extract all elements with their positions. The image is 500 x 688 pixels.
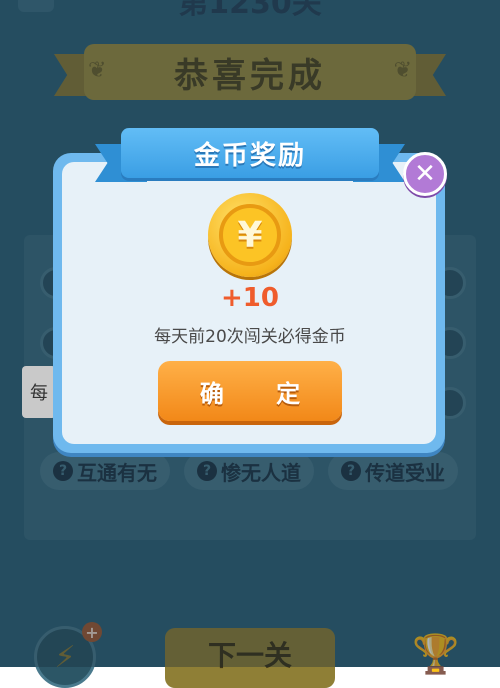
reward-note: 每天前20次闯关必得金币 (154, 327, 346, 347)
dialog-title-ribbon: 金币奖励 (95, 122, 405, 190)
reward-amount: +10 (221, 283, 279, 313)
coin-symbol: ¥ (219, 204, 281, 266)
side-tag: 每 (22, 366, 56, 418)
close-icon[interactable]: ✕ (403, 152, 447, 196)
coin-yen-icon: ¥ (208, 193, 292, 277)
confirm-button[interactable]: 确 定 (158, 361, 342, 421)
dialog-title: 金币奖励 (121, 128, 379, 178)
